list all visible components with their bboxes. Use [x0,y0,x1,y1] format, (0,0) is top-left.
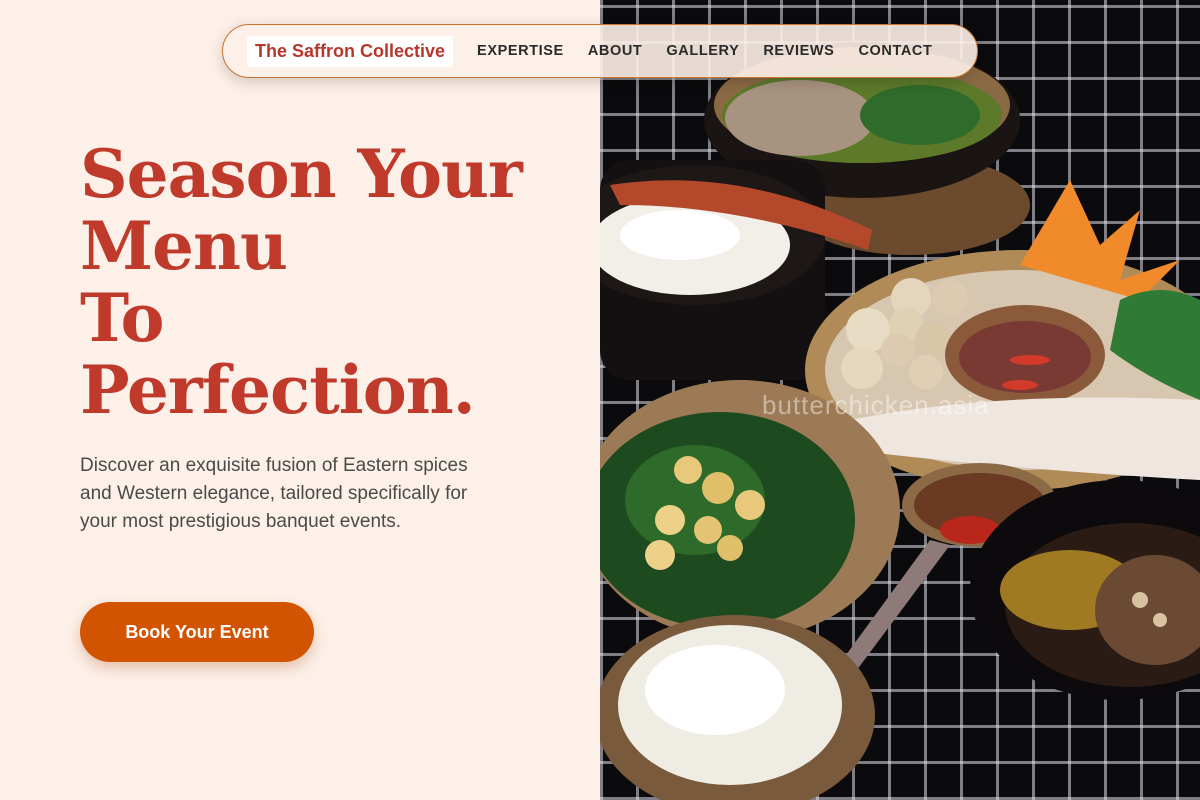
nav-link-expertise[interactable]: EXPERTISE [477,43,564,59]
top-navbar: The Saffron Collective EXPERTISE ABOUT G… [222,24,978,78]
nav-link-contact[interactable]: CONTACT [858,43,932,59]
nav-links: EXPERTISE ABOUT GALLERY REVIEWS CONTACT [477,43,956,59]
photo-watermark: butterchicken.asia [762,390,990,420]
brand-logo[interactable]: The Saffron Collective [247,35,454,67]
hero-left-panel: Season Your Menu To Perfection. Discover… [0,0,600,800]
nav-link-reviews[interactable]: REVIEWS [763,43,834,59]
rice-bowl [600,615,875,800]
hero-title-line: Season Your [80,135,523,213]
food-photo: butterchicken.asia [600,0,1200,800]
nav-link-about[interactable]: ABOUT [588,43,643,59]
hero-title-line: To [80,279,165,357]
hero-title: Season Your Menu To Perfection. [80,138,580,426]
nav-link-gallery[interactable]: GALLERY [666,43,739,59]
hero-title-line: Menu [80,207,288,285]
book-event-button[interactable]: Book Your Event [80,602,314,662]
hero-description: Discover an exquisite fusion of Eastern … [80,455,468,532]
hero-title-line: Perfection. [80,351,476,429]
